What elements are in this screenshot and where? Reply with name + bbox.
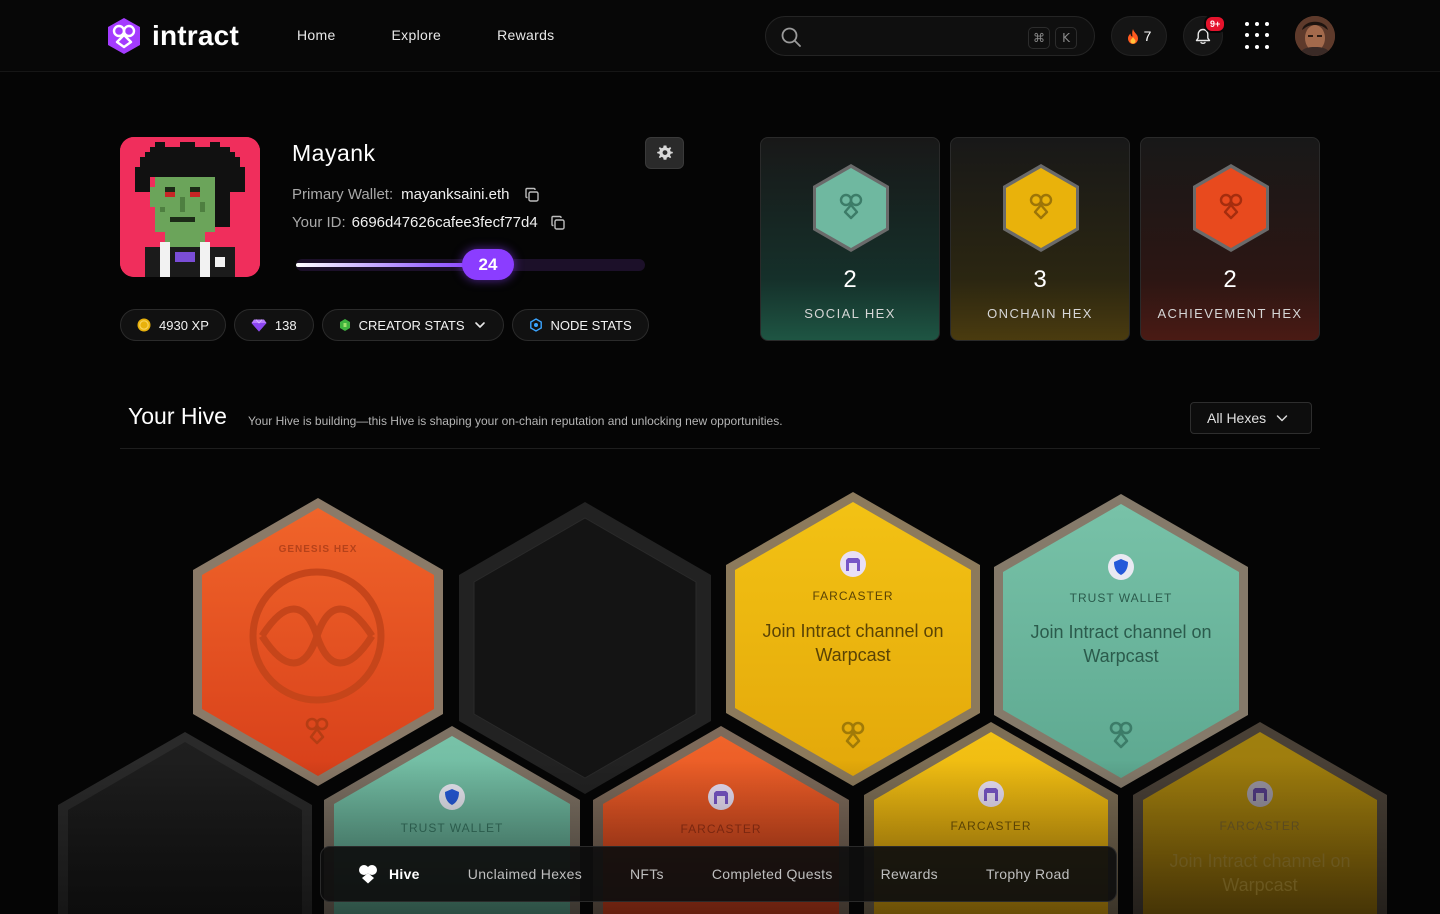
nav-home[interactable]: Home xyxy=(297,27,336,43)
hex-genesis[interactable] xyxy=(193,498,443,786)
farcaster-bottom-right-label: FARCASTER xyxy=(1219,819,1301,833)
creator-stats-label: CREATOR STATS xyxy=(358,317,465,333)
hive-title: Your Hive xyxy=(128,403,227,429)
gems-pill[interactable]: 138 xyxy=(233,309,314,341)
chevron-down-icon xyxy=(474,322,485,328)
onchain-hex-card[interactable]: 3 ONCHAIN HEX xyxy=(950,137,1130,341)
brand-name: intract xyxy=(152,20,239,51)
tab-trophy-road[interactable]: Trophy Road xyxy=(986,866,1070,882)
copy-wallet-icon[interactable] xyxy=(524,187,540,203)
farcaster-bottom-orange-label: FARCASTER xyxy=(680,822,762,836)
farcaster-bottom-yellow-label: FARCASTER xyxy=(950,819,1032,833)
notifications-button[interactable]: 9+ xyxy=(1183,15,1227,56)
hive-tab-bar: Hive Unclaimed Hexes NFTs Completed Ques… xyxy=(320,846,1117,902)
hex-empty-slot[interactable] xyxy=(459,502,711,794)
streak-count: 7 xyxy=(1143,28,1152,44)
social-hex-count: 2 xyxy=(843,266,857,293)
user-avatar[interactable] xyxy=(1295,16,1335,56)
coin-icon xyxy=(137,318,151,332)
avatar-portrait-icon xyxy=(1295,16,1335,56)
search-input[interactable] xyxy=(810,23,1010,49)
apps-grid-icon[interactable] xyxy=(1245,22,1273,50)
farcaster-platform-label: FARCASTER xyxy=(812,589,894,603)
xp-pill[interactable]: 4930 XP xyxy=(120,309,226,341)
brand-logo[interactable]: intract xyxy=(104,16,239,56)
top-header: intract Home Explore Rewards ⌘ K 7 9+ xyxy=(0,0,1440,72)
section-divider xyxy=(120,448,1320,449)
social-hex-card[interactable]: 2 SOCIAL HEX xyxy=(760,137,940,341)
tab-completed-quests[interactable]: Completed Quests xyxy=(712,866,833,882)
tab-hive-label: Hive xyxy=(389,866,420,882)
achievement-hex-label: ACHIEVEMENT HEX xyxy=(1157,306,1303,321)
nav-explore[interactable]: Explore xyxy=(392,27,442,43)
hex-filter-dropdown[interactable]: All Hexes xyxy=(1190,402,1312,434)
user-id-row: Your ID: 6696d47626cafee3fecf77d4 xyxy=(292,214,566,231)
shortcut-cmd-key: ⌘ xyxy=(1028,27,1050,49)
tab-rewards[interactable]: Rewards xyxy=(881,866,938,882)
nav-rewards[interactable]: Rewards xyxy=(497,27,554,43)
achievement-hex-count: 2 xyxy=(1223,266,1237,293)
onchain-hex-label: ONCHAIN HEX xyxy=(987,306,1093,321)
hex-filter-value: All Hexes xyxy=(1207,410,1267,426)
trust-wallet-platform-label: TRUST WALLET xyxy=(1069,591,1173,605)
main-nav: Home Explore Rewards xyxy=(297,27,554,43)
notifications-badge: 9+ xyxy=(1204,15,1227,33)
pixel-punk-avatar-icon xyxy=(120,137,260,277)
primary-wallet-label: Primary Wallet: xyxy=(292,186,394,203)
node-stats-label: NODE STATS xyxy=(550,317,632,333)
profile-picture xyxy=(120,137,260,277)
level-progress-fill xyxy=(296,263,488,267)
farcaster-quest-title: Join Intract channel on Warpcast xyxy=(762,621,944,665)
profile-username: Mayank xyxy=(292,140,376,166)
search-bar[interactable]: ⌘ K xyxy=(765,16,1095,56)
intract-logo-icon xyxy=(108,18,140,54)
hive-subtitle: Your Hive is building—this Hive is shapi… xyxy=(248,414,783,428)
streak-button[interactable]: 7 xyxy=(1111,16,1167,56)
gems-value: 138 xyxy=(274,317,297,333)
tab-hive[interactable]: Hive xyxy=(357,864,420,884)
trust-wallet-bottom-label: TRUST WALLET xyxy=(400,821,504,835)
creator-stats-dropdown[interactable]: CREATOR STATS xyxy=(321,309,504,341)
primary-wallet-value: mayanksaini.eth xyxy=(401,186,510,203)
trust-wallet-quest-title: Join Intract channel on Warpcast xyxy=(1030,622,1212,666)
creator-leaf-icon xyxy=(339,319,350,331)
level-badge: 24 xyxy=(462,249,514,280)
copy-id-icon[interactable] xyxy=(550,215,566,231)
fire-icon xyxy=(1127,28,1138,44)
chevron-down-icon xyxy=(1276,415,1288,422)
gem-icon xyxy=(251,318,267,331)
onchain-hex-count: 3 xyxy=(1033,266,1047,293)
shortcut-k-key: K xyxy=(1055,27,1077,49)
xp-value: 4930 XP xyxy=(159,317,209,333)
achievement-hex-icon xyxy=(1193,164,1269,252)
achievement-hex-card[interactable]: 2 ACHIEVEMENT HEX xyxy=(1140,137,1320,341)
search-icon xyxy=(781,27,801,47)
profile-settings-button[interactable] xyxy=(645,137,684,169)
farcaster-bottom-right-title: Join Intract channel on Warpcast xyxy=(1169,851,1351,895)
genesis-hex-label: GENESIS HEX xyxy=(278,544,358,555)
user-id-value: 6696d47626cafee3fecf77d4 xyxy=(351,214,538,231)
node-chip-icon xyxy=(529,318,542,332)
social-hex-icon xyxy=(813,164,889,252)
user-id-label: Your ID: xyxy=(292,214,346,231)
profile-stats-pills: 4930 XP 138 CREATOR STATS NODE STATS xyxy=(120,309,649,341)
tab-nfts[interactable]: NFTs xyxy=(630,866,664,882)
hive-icon xyxy=(359,865,377,884)
onchain-hex-icon xyxy=(1003,164,1079,252)
primary-wallet-row: Primary Wallet: mayanksaini.eth xyxy=(292,186,540,203)
node-stats-button[interactable]: NODE STATS xyxy=(511,309,649,341)
gear-icon xyxy=(656,145,673,160)
tab-unclaimed-hexes[interactable]: Unclaimed Hexes xyxy=(468,866,582,882)
social-hex-label: SOCIAL HEX xyxy=(804,306,896,321)
